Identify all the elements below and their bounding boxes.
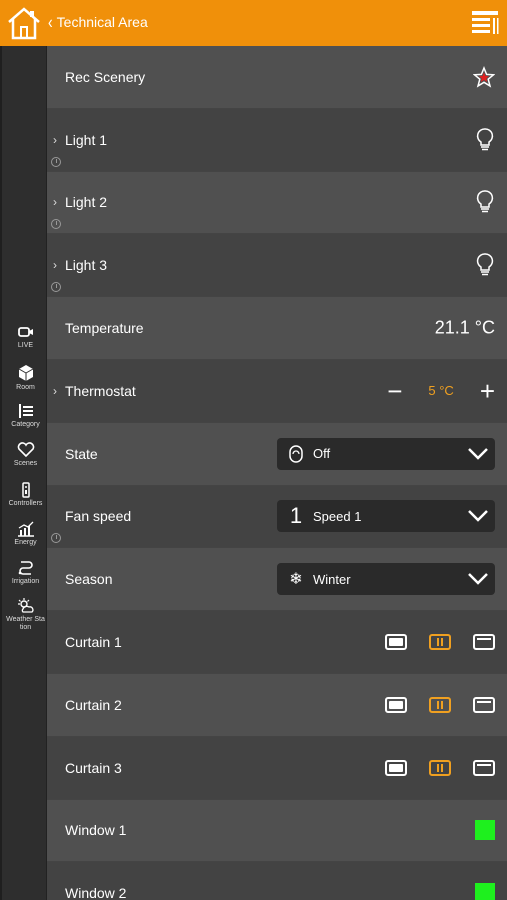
curtain-close-icon[interactable]: [473, 759, 495, 776]
list-item-fan-speed: Fan speed 1 Speed 1: [47, 485, 507, 549]
curtain-open-icon[interactable]: [385, 634, 407, 651]
chevron-left-icon: ‹: [48, 11, 53, 33]
expand-chevron-icon[interactable]: ›: [53, 133, 57, 147]
curtain-close-icon[interactable]: [473, 634, 495, 651]
state-select[interactable]: Off: [277, 437, 495, 470]
device-list: Rec Scenery › Light 1 › Light 2 › Light …: [47, 46, 507, 900]
nav-room[interactable]: Room: [2, 364, 49, 391]
expand-chevron-icon[interactable]: ›: [53, 195, 57, 209]
nav-category[interactable]: Category: [2, 403, 49, 428]
chevron-down-icon: [468, 510, 488, 523]
list-item-light-2[interactable]: › Light 2: [47, 171, 507, 235]
list-item-window-2: Window 2: [47, 862, 507, 900]
light-bulb-icon[interactable]: [475, 189, 495, 215]
snowflake-icon: ❄: [289, 571, 303, 589]
row-label: Temperature: [65, 320, 144, 337]
back-button[interactable]: ‹ Technical Area: [48, 11, 148, 33]
row-label: Light 3: [65, 257, 108, 274]
row-label: Curtain 1: [65, 634, 122, 651]
row-label: Window 2: [65, 885, 127, 900]
remote-icon: [21, 482, 30, 498]
list-item-temperature: Temperature 21.1 °C: [47, 297, 507, 360]
window-status-indicator: [475, 820, 495, 841]
season-select[interactable]: ❄ Winter: [277, 563, 495, 596]
camera-icon: [17, 327, 33, 337]
page-title: Technical Area: [56, 14, 148, 30]
fan-speed-select[interactable]: 1 Speed 1: [277, 500, 495, 533]
decrease-button[interactable]: −: [387, 378, 402, 404]
timer-icon[interactable]: [51, 156, 61, 167]
list-item-curtain-2: Curtain 2: [47, 673, 507, 737]
light-bulb-icon[interactable]: [475, 252, 495, 278]
category-icon: [18, 404, 33, 418]
season-value: Winter: [313, 571, 351, 587]
irrigation-icon: [18, 561, 33, 575]
speed-number-icon: 1: [289, 503, 303, 529]
energy-chart-icon: [17, 521, 34, 537]
nav-energy[interactable]: Energy: [2, 521, 49, 546]
curtain-open-icon[interactable]: [385, 759, 407, 776]
state-value: Off: [313, 446, 331, 462]
row-label: Window 1: [65, 822, 127, 839]
curtain-open-icon[interactable]: [385, 696, 407, 713]
curtain-controls: [385, 696, 495, 713]
top-bar: ‹ Technical Area: [0, 0, 507, 46]
list-item-light-3[interactable]: › Light 3: [47, 234, 507, 298]
list-menu-icon[interactable]: [471, 10, 499, 36]
list-item-curtain-3: Curtain 3: [47, 736, 507, 800]
nav-live[interactable]: LIVE: [2, 324, 49, 349]
nav-controllers[interactable]: Controllers: [2, 482, 49, 507]
nav-scenes[interactable]: Scenes: [2, 442, 49, 467]
cube-icon: [18, 365, 33, 381]
power-state-icon: [289, 444, 303, 463]
list-item-thermostat[interactable]: › Thermostat − 5 °C +: [47, 359, 507, 423]
list-item-light-1[interactable]: › Light 1: [47, 108, 507, 172]
curtain-stop-icon[interactable]: [429, 759, 451, 776]
curtain-stop-icon[interactable]: [429, 634, 451, 651]
thermostat-stepper: − 5 °C +: [387, 378, 495, 404]
curtain-stop-icon[interactable]: [429, 696, 451, 713]
curtain-controls: [385, 634, 495, 651]
fan-speed-value: Speed 1: [313, 508, 362, 524]
timer-icon[interactable]: [51, 533, 61, 544]
curtain-controls: [385, 759, 495, 776]
chevron-down-icon: [468, 447, 488, 460]
timer-icon[interactable]: [51, 282, 61, 293]
nav-weather-station[interactable]: Weather Sta tion: [2, 598, 49, 632]
list-item-season: Season ❄ Winter: [47, 548, 507, 612]
side-nav: LIVE Room Category Scenes Controllers En…: [0, 46, 47, 900]
star-icon[interactable]: [473, 65, 495, 88]
row-label: Light 2: [65, 194, 108, 211]
row-label: Thermostat: [65, 382, 136, 399]
light-bulb-icon[interactable]: [475, 127, 495, 153]
expand-chevron-icon[interactable]: ›: [53, 384, 57, 398]
nav-irrigation[interactable]: Irrigation: [2, 560, 49, 585]
curtain-close-icon[interactable]: [473, 696, 495, 713]
row-label: State: [65, 445, 98, 462]
row-label: Light 1: [65, 131, 108, 148]
home-icon[interactable]: [6, 5, 42, 41]
row-label: Rec Scenery: [65, 68, 146, 85]
expand-chevron-icon[interactable]: ›: [53, 258, 57, 272]
list-item-curtain-1: Curtain 1: [47, 611, 507, 674]
list-item-rec-scenery[interactable]: Rec Scenery: [47, 46, 507, 109]
list-item-window-1: Window 1: [47, 799, 507, 863]
list-item-state: State Off: [47, 422, 507, 486]
thermostat-setpoint: 5 °C: [428, 383, 454, 399]
chevron-down-icon: [468, 573, 488, 586]
row-label: Season: [65, 571, 113, 588]
row-label: Curtain 3: [65, 759, 122, 776]
increase-button[interactable]: +: [480, 378, 495, 404]
heart-icon: [17, 442, 34, 458]
weather-icon: [17, 598, 34, 613]
timer-icon[interactable]: [51, 219, 61, 230]
window-status-indicator: [475, 883, 495, 900]
temperature-value: 21.1 °C: [434, 317, 495, 338]
row-label: Fan speed: [65, 508, 132, 525]
row-label: Curtain 2: [65, 696, 122, 713]
